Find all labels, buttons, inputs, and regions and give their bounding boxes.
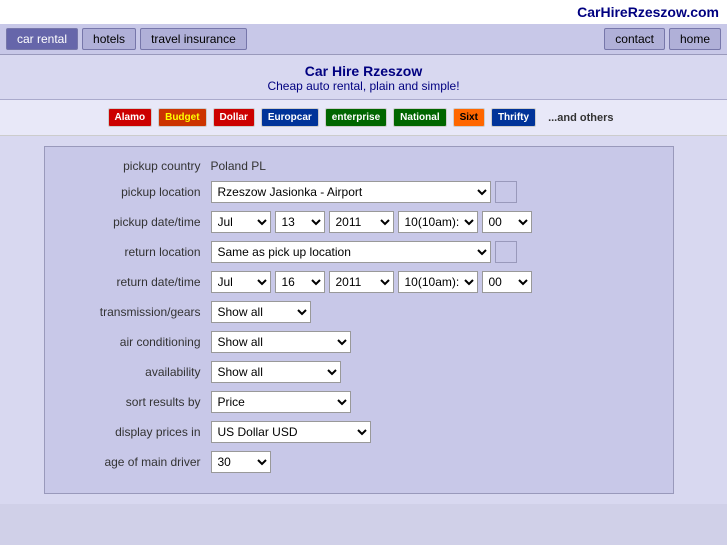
ac-controls: Show all	[211, 331, 657, 353]
brand-others[interactable]: ...and others	[542, 109, 619, 127]
main-content: pickup country Poland PL pickup location…	[0, 136, 727, 504]
sort-controls: Price	[211, 391, 657, 413]
return-datetime-controls: Jul 16 2011 10(10am): 00	[211, 271, 657, 293]
pickup-location-select[interactable]: Rzeszow Jasionka - Airport	[211, 181, 491, 203]
brand-thrifty[interactable]: Thrifty	[491, 108, 536, 127]
return-year-select[interactable]: 2011	[329, 271, 394, 293]
nav-contact[interactable]: contact	[604, 28, 665, 50]
pickup-country-label: pickup country	[61, 159, 211, 173]
age-row: age of main driver 30	[61, 451, 657, 473]
sort-select[interactable]: Price	[211, 391, 351, 413]
availability-controls: Show all	[211, 361, 657, 383]
pickup-hour-select[interactable]: 10(10am):	[398, 211, 478, 233]
transmission-label: transmission/gears	[61, 305, 211, 319]
brands-bar: Alamo Budget Dollar Europcar enterprise …	[0, 100, 727, 136]
return-location-info-button[interactable]	[495, 241, 517, 263]
brand-europcar[interactable]: Europcar	[261, 108, 319, 127]
brand-enterprise[interactable]: enterprise	[325, 108, 387, 127]
age-controls: 30	[211, 451, 657, 473]
brand-sixt[interactable]: Sixt	[453, 108, 485, 127]
sort-label: sort results by	[61, 395, 211, 409]
return-location-select[interactable]: Same as pick up location	[211, 241, 491, 263]
ac-label: air conditioning	[61, 335, 211, 349]
pickup-country-value: Poland PL	[211, 159, 266, 173]
hero-title: Car Hire Rzeszow	[0, 63, 727, 79]
booking-form: pickup country Poland PL pickup location…	[44, 146, 674, 494]
currency-controls: US Dollar USD	[211, 421, 657, 443]
hero-section: Car Hire Rzeszow Cheap auto rental, plai…	[0, 55, 727, 100]
transmission-row: transmission/gears Show all	[61, 301, 657, 323]
transmission-select[interactable]: Show all	[211, 301, 311, 323]
pickup-datetime-row: pickup date/time Jul 13 2011 10(10am): 0…	[61, 211, 657, 233]
currency-label: display prices in	[61, 425, 211, 439]
return-location-controls: Same as pick up location	[211, 241, 657, 263]
sort-row: sort results by Price	[61, 391, 657, 413]
nav-travel-insurance[interactable]: travel insurance	[140, 28, 247, 50]
age-select[interactable]: 30	[211, 451, 271, 473]
brand-alamo[interactable]: Alamo	[108, 108, 153, 127]
brand-budget[interactable]: Budget	[158, 108, 206, 127]
nav-home[interactable]: home	[669, 28, 721, 50]
nav-left: car rental hotels travel insurance	[6, 28, 247, 50]
return-datetime-row: return date/time Jul 16 2011 10(10am): 0…	[61, 271, 657, 293]
transmission-controls: Show all	[211, 301, 657, 323]
pickup-location-info-button[interactable]	[495, 181, 517, 203]
return-day-select[interactable]: 16	[275, 271, 325, 293]
pickup-location-label: pickup location	[61, 185, 211, 199]
return-location-row: return location Same as pick up location	[61, 241, 657, 263]
ac-row: air conditioning Show all	[61, 331, 657, 353]
pickup-datetime-controls: Jul 13 2011 10(10am): 00	[211, 211, 657, 233]
return-location-label: return location	[61, 245, 211, 259]
return-datetime-label: return date/time	[61, 275, 211, 289]
brand-dollar[interactable]: Dollar	[213, 108, 255, 127]
currency-row: display prices in US Dollar USD	[61, 421, 657, 443]
nav-right: contact home	[604, 28, 721, 50]
pickup-month-select[interactable]: Jul	[211, 211, 271, 233]
return-month-select[interactable]: Jul	[211, 271, 271, 293]
pickup-country-value-area: Poland PL	[211, 159, 657, 173]
return-hour-select[interactable]: 10(10am):	[398, 271, 478, 293]
availability-row: availability Show all	[61, 361, 657, 383]
pickup-location-controls: Rzeszow Jasionka - Airport	[211, 181, 657, 203]
pickup-day-select[interactable]: 13	[275, 211, 325, 233]
site-title-bar: CarHireRzeszow.com	[0, 0, 727, 24]
ac-select[interactable]: Show all	[211, 331, 351, 353]
age-label: age of main driver	[61, 455, 211, 469]
availability-label: availability	[61, 365, 211, 379]
pickup-year-select[interactable]: 2011	[329, 211, 394, 233]
pickup-location-row: pickup location Rzeszow Jasionka - Airpo…	[61, 181, 657, 203]
pickup-minute-select[interactable]: 00	[482, 211, 532, 233]
return-minute-select[interactable]: 00	[482, 271, 532, 293]
nav-car-rental[interactable]: car rental	[6, 28, 78, 50]
nav-hotels[interactable]: hotels	[82, 28, 136, 50]
pickup-country-row: pickup country Poland PL	[61, 159, 657, 173]
currency-select[interactable]: US Dollar USD	[211, 421, 371, 443]
hero-subtitle: Cheap auto rental, plain and simple!	[0, 79, 727, 93]
site-title: CarHireRzeszow.com	[577, 4, 719, 20]
brand-national[interactable]: National	[393, 108, 446, 127]
nav-bar: car rental hotels travel insurance conta…	[0, 24, 727, 55]
pickup-datetime-label: pickup date/time	[61, 215, 211, 229]
availability-select[interactable]: Show all	[211, 361, 341, 383]
